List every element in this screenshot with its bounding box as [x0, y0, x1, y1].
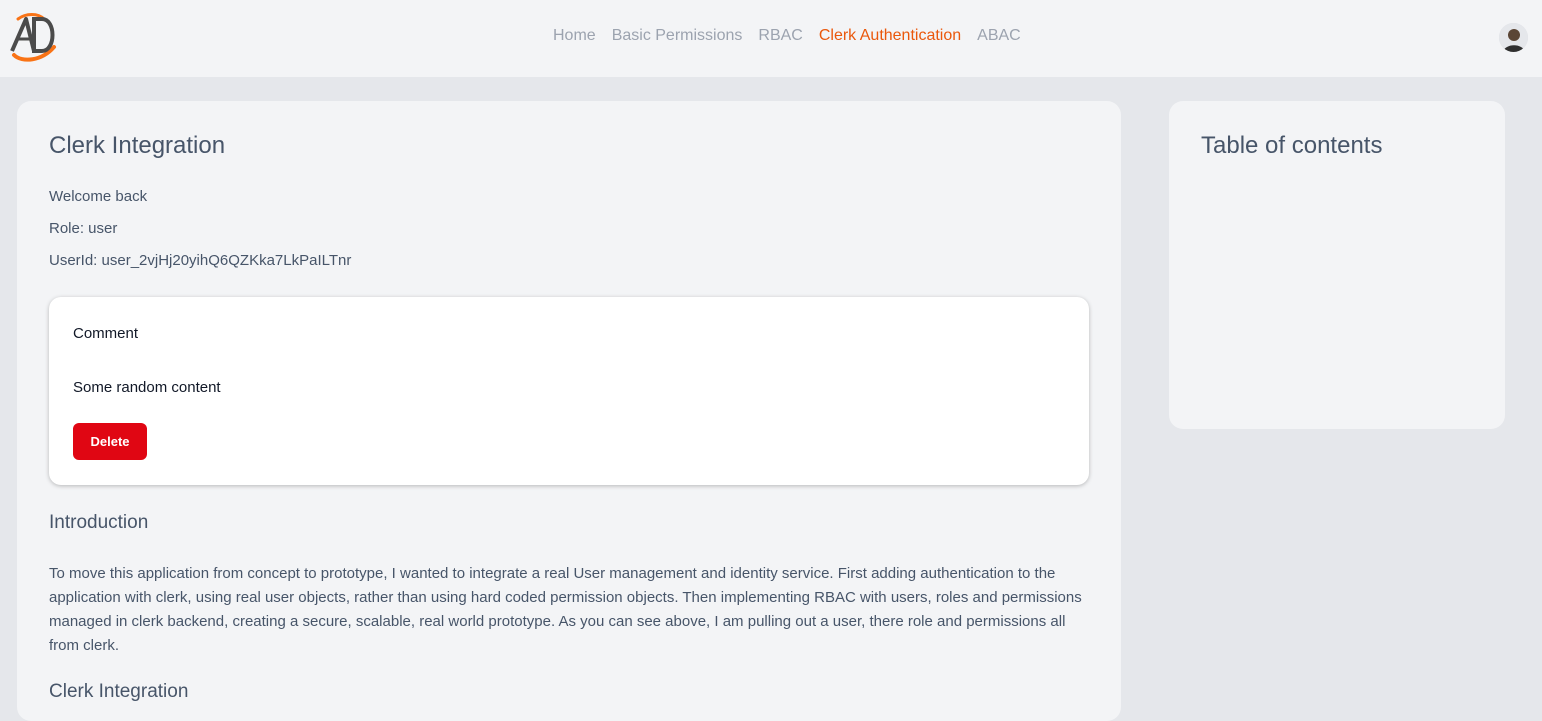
main-nav: Home Basic Permissions RBAC Clerk Authen…: [545, 27, 1029, 45]
nav-basic-permissions[interactable]: Basic Permissions: [612, 27, 743, 45]
toc-title: Table of contents: [1201, 132, 1383, 159]
nav-abac[interactable]: ABAC: [977, 27, 1021, 45]
comment-body: Some random content: [73, 379, 221, 396]
ad-logo-icon[interactable]: [8, 11, 60, 63]
next-section-heading: Clerk Integration: [49, 681, 189, 702]
comment-title: Comment: [73, 325, 139, 342]
nav-clerk-authentication[interactable]: Clerk Authentication: [819, 27, 961, 45]
top-header: Home Basic Permissions RBAC Clerk Authen…: [0, 0, 1542, 77]
nav-rbac[interactable]: RBAC: [758, 27, 802, 45]
introduction-paragraph: To move this application from concept to…: [49, 565, 1082, 654]
comment-card: Comment Some random content Delete: [49, 297, 1089, 485]
user-id-text: UserId: user_2vjHj20yihQ6QZKka7LkPaILTnr: [49, 252, 352, 269]
nav-home[interactable]: Home: [553, 27, 596, 45]
introduction-heading: Introduction: [49, 512, 149, 533]
main-content-card: Clerk Integration Welcome back Role: use…: [17, 101, 1121, 721]
delete-button[interactable]: Delete: [73, 423, 147, 460]
page-title: Clerk Integration: [49, 132, 226, 159]
role-text: Role: user: [49, 220, 118, 237]
welcome-text: Welcome back: [49, 188, 148, 205]
table-of-contents-card: Table of contents: [1169, 101, 1505, 429]
user-avatar[interactable]: [1499, 23, 1528, 52]
